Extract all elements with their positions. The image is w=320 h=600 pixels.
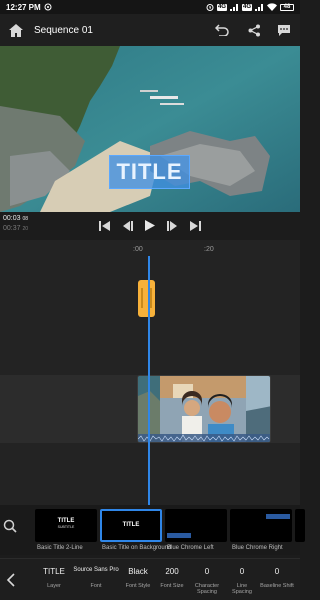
template-blue-chrome-right[interactable] xyxy=(230,509,292,542)
prop-value: 0 xyxy=(239,567,245,576)
prop-label: Line Spacing xyxy=(232,583,252,595)
undo-icon xyxy=(215,24,229,36)
undo-button[interactable] xyxy=(212,20,232,40)
play-icon xyxy=(145,220,155,231)
prop-character-spacing[interactable]: 0 Character Spacing xyxy=(190,567,224,595)
prop-baseline-shift[interactable]: 0 Baseline Shift xyxy=(260,567,294,589)
timeline-ruler: :00 :20 xyxy=(0,240,300,256)
battery-icon: 48 xyxy=(280,3,294,11)
transport-controls xyxy=(0,216,300,238)
blue-chrome-bar xyxy=(266,514,290,519)
prop-value: 0 xyxy=(274,567,280,576)
step-back-icon xyxy=(123,221,133,231)
prop-value: 200 xyxy=(165,567,179,576)
sim2-signal-icon: 4G xyxy=(241,3,252,11)
back-button[interactable] xyxy=(6,573,20,587)
prop-label: Baseline Shift xyxy=(260,583,294,589)
notification-icon xyxy=(44,3,52,11)
playhead[interactable] xyxy=(148,256,150,506)
skip-to-start-button[interactable] xyxy=(99,218,110,236)
comments-button[interactable] xyxy=(274,20,294,40)
chevron-left-icon xyxy=(6,573,15,587)
thumb-title-text: TITLE xyxy=(122,522,140,528)
prop-line-spacing[interactable]: 0 Line Spacing xyxy=(228,567,256,595)
title-text-overlay[interactable]: TITLE xyxy=(109,155,190,189)
home-button[interactable] xyxy=(6,20,26,40)
step-forward-icon xyxy=(167,221,177,231)
title-clip[interactable] xyxy=(138,280,155,317)
search-button[interactable] xyxy=(3,519,23,539)
prop-font-style[interactable]: Black Font Style xyxy=(122,567,154,589)
previous-frame-button[interactable] xyxy=(122,218,133,236)
top-app-bar: Sequence 01 xyxy=(0,14,300,46)
video-preview[interactable]: TITLE xyxy=(0,46,300,212)
video-clip[interactable] xyxy=(137,375,271,443)
sim1-signal-icon: 4G xyxy=(216,3,227,11)
search-icon xyxy=(3,519,17,533)
signal2-icon xyxy=(255,4,263,11)
status-bar: 12:27 PM 4G 4G 48 xyxy=(0,0,300,14)
skip-end-icon xyxy=(190,221,201,231)
wifi-icon xyxy=(267,3,277,11)
thumb-subtitle-text: SUBTITLE xyxy=(57,525,75,529)
share-icon xyxy=(248,24,260,36)
share-button[interactable] xyxy=(244,20,264,40)
template-partial[interactable] xyxy=(295,509,305,542)
prop-value: TITLE xyxy=(43,567,65,576)
prop-value: 0 xyxy=(204,567,210,576)
timeline[interactable]: :00 :20 xyxy=(0,240,300,505)
template-label: Basic Title 2-Line xyxy=(37,545,83,551)
text-properties-bar: TITLE Layer Source Sans Pro Font Black F… xyxy=(0,558,300,600)
prop-font-size[interactable]: 200 Font Size xyxy=(158,567,186,589)
prop-layer[interactable]: TITLE Layer xyxy=(38,567,70,589)
template-blue-chrome-left[interactable] xyxy=(165,509,227,542)
signal-icon xyxy=(229,4,238,11)
template-basic-title-on-background[interactable]: TITLE xyxy=(100,509,162,542)
skip-start-icon xyxy=(99,221,110,231)
template-label: Blue Chrome Left xyxy=(167,545,214,551)
status-time: 12:27 PM xyxy=(6,2,41,12)
ruler-mark: :20 xyxy=(204,246,214,253)
template-basic-title-2-line[interactable]: TITLE SUBTITLE xyxy=(35,509,97,542)
prop-value: Source Sans Pro xyxy=(73,567,119,573)
template-label: Basic Title on Background xyxy=(102,545,172,551)
ruler-mark: :00 xyxy=(133,246,143,253)
home-icon xyxy=(9,23,23,37)
sequence-title: Sequence 01 xyxy=(34,24,93,36)
alarm-icon xyxy=(206,4,214,11)
play-button[interactable] xyxy=(145,218,155,236)
prop-label: Layer xyxy=(47,583,61,589)
template-label: Blue Chrome Right xyxy=(232,545,283,551)
prop-label: Font Style xyxy=(125,583,151,589)
thumb-title-text: TITLE xyxy=(57,518,75,524)
comment-icon xyxy=(278,24,290,36)
video-clip-thumbnails xyxy=(138,376,270,442)
prop-label: Font xyxy=(90,583,102,589)
skip-to-end-button[interactable] xyxy=(190,218,201,236)
prop-value: Black xyxy=(128,567,148,576)
prop-label: Character Spacing xyxy=(194,583,220,595)
prop-font[interactable]: Source Sans Pro Font xyxy=(72,567,120,589)
next-frame-button[interactable] xyxy=(167,218,178,236)
prop-label: Font Size xyxy=(160,583,184,589)
title-template-gallery: TITLE SUBTITLE Basic Title 2-Line TITLE … xyxy=(0,505,305,555)
blue-chrome-bar xyxy=(167,533,191,538)
